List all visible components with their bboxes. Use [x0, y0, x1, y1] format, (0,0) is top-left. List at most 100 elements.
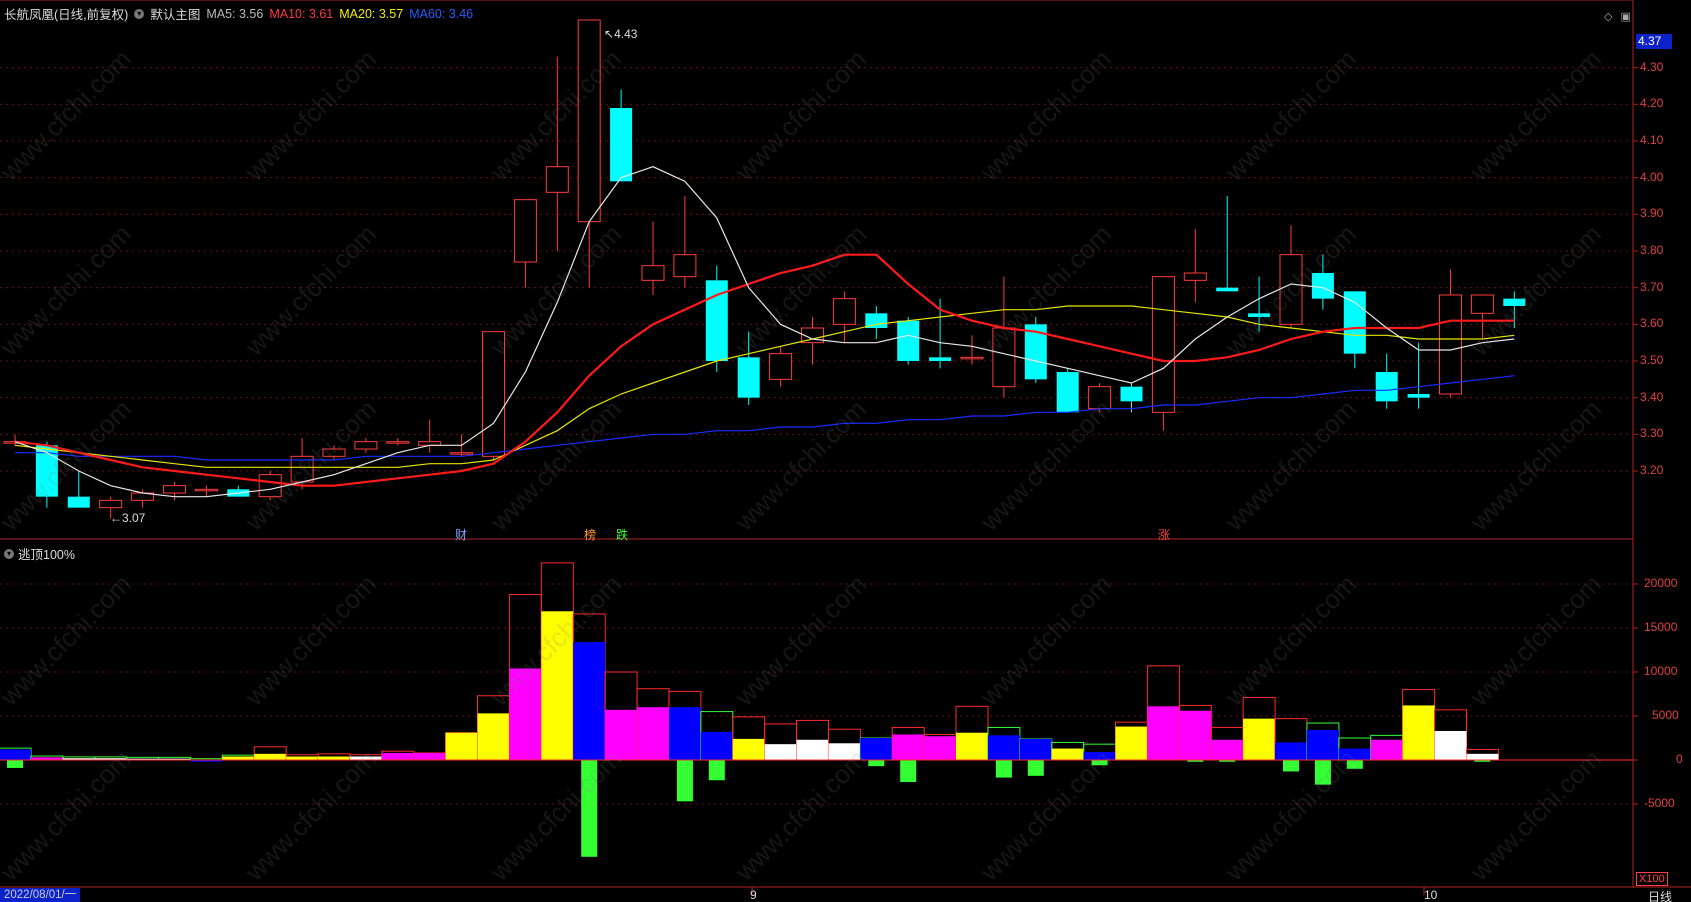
indicator-label[interactable]: 逃顶100%: [18, 544, 75, 563]
candle-body: [769, 353, 793, 380]
indicator-bar: [318, 756, 350, 760]
arrow-icon: ←: [110, 511, 122, 525]
indicator-bar: [637, 707, 669, 760]
candle-body: [482, 331, 505, 457]
indicator-bar: [286, 756, 319, 760]
indicator-bar: [1370, 739, 1403, 760]
cursor-date: 2022/08/01/一: [0, 888, 81, 902]
volume-tick-label: 10000: [1644, 664, 1678, 678]
candle-body: [1120, 386, 1143, 402]
candle-body: [1311, 273, 1334, 299]
volume-multiplier: X100: [1636, 872, 1668, 886]
price-tick-label: 3.40: [1640, 389, 1664, 404]
candle-body: [322, 448, 346, 457]
price-tick-label: 3.20: [1640, 463, 1664, 477]
event-tag-rise[interactable]: 涨: [1158, 526, 1170, 543]
indicator-bar: [1179, 710, 1212, 760]
candle-body: [1470, 294, 1494, 314]
candle-body: [960, 356, 984, 360]
indicator-bar: [1434, 730, 1467, 760]
candle-body: [610, 108, 633, 182]
candle-body: [545, 166, 569, 193]
price-tick-label: 4.20: [1640, 96, 1664, 111]
chart-canvas[interactable]: [0, 0, 1691, 902]
candle-body: [1151, 276, 1175, 413]
candle-body: [450, 452, 474, 455]
indicator-bar: [668, 707, 701, 760]
candle-body: [354, 441, 378, 450]
indicator-bar: [349, 756, 382, 760]
ma5-line: [14, 166, 1515, 498]
candle-body: [1088, 386, 1112, 410]
ma20-line: [14, 305, 1515, 468]
price-tick-label: 3.30: [1640, 426, 1664, 441]
indicator-bar: [605, 709, 638, 760]
candle-body: [1056, 372, 1079, 413]
indicator-bar: [1115, 726, 1148, 760]
indicator-bar: [796, 739, 829, 760]
indicator-bar: [477, 713, 510, 760]
indicator-bar: [541, 611, 574, 760]
volume-tick-label: 15000: [1644, 620, 1678, 634]
indicator-negative-bar: [1027, 760, 1044, 776]
event-tag-finance[interactable]: 财: [455, 526, 467, 543]
volume-tick-label: 20000: [1644, 576, 1678, 590]
ma60-line: [15, 375, 1515, 461]
indicator-negative-bar: [1314, 760, 1331, 785]
stock-title[interactable]: 长航凤凰(日线,前复权): [4, 4, 128, 23]
indicator-bar: [828, 743, 861, 760]
indicator-bar: [1275, 742, 1307, 760]
candle-body: [513, 199, 537, 263]
indicator-negative-bar: [1346, 760, 1363, 769]
candle-body: [897, 320, 920, 361]
candle-body: [194, 488, 218, 492]
indicator-bar: [1083, 752, 1116, 760]
period-label[interactable]: 日线: [1648, 888, 1672, 902]
chevron-down-icon[interactable]: ▾: [134, 8, 145, 19]
low-value: 3.07: [122, 511, 146, 525]
indicator-bar: [860, 738, 893, 760]
candle-body: [67, 496, 90, 508]
indicator-bar: [732, 738, 765, 760]
indicator-bar: [1306, 730, 1339, 760]
price-tick-label: 4.10: [1640, 133, 1664, 147]
candle-body: [832, 298, 856, 325]
volume-tick-label: 0: [1676, 752, 1683, 766]
indicator-negative-bar: [581, 760, 598, 857]
indicator-bar: [445, 732, 478, 760]
candle-body: [163, 485, 186, 494]
indicator-negative-bar: [7, 760, 23, 768]
event-tag-fall[interactable]: 跌: [616, 526, 628, 543]
current-price-tag: 4.37: [1636, 34, 1672, 49]
indicator-header: ▾ 逃顶100%: [4, 544, 75, 563]
candle-body: [1343, 291, 1366, 354]
price-tick-label: 3.50: [1640, 353, 1664, 367]
month-label-9: 9: [750, 888, 757, 902]
indicator-bar: [764, 744, 797, 760]
chart-top-right-tools: ◇ ▣: [1604, 10, 1631, 23]
volume-tick-label: 5000: [1652, 708, 1679, 722]
diamond-icon[interactable]: ◇: [1604, 10, 1612, 23]
candle-body: [386, 441, 410, 444]
indicator-bar: [987, 735, 1020, 760]
candle-body: [1503, 298, 1526, 306]
indicator-bar: [1019, 738, 1052, 760]
chart-header: 长航凤凰(日线,前复权) ▾ 默认主图 MA5: 3.56 MA10: 3.61…: [4, 4, 473, 23]
window-icon[interactable]: ▣: [1620, 10, 1630, 23]
indicator-bar: [509, 668, 542, 760]
indicator-bar: [413, 752, 446, 760]
candle-body: [1375, 372, 1398, 402]
indicator-negative-bar: [676, 760, 693, 802]
candle-body: [673, 254, 697, 278]
candle-body: [1439, 294, 1462, 395]
candle-body: [992, 327, 1016, 388]
chevron-down-icon[interactable]: ▾: [4, 548, 14, 559]
candle-body: [577, 19, 601, 223]
stock-chart-screen: 长航凤凰(日线,前复权) ▾ 默认主图 MA5: 3.56 MA10: 3.61…: [0, 0, 1691, 902]
indicator-bar: [0, 749, 31, 760]
indicator-bar: [1466, 753, 1499, 760]
main-chart-label[interactable]: 默认主图: [150, 4, 200, 23]
event-tag-rank[interactable]: 榜: [584, 526, 596, 543]
indicator-bar: [892, 734, 925, 760]
ma20-label: MA20: 3.57: [339, 6, 404, 21]
